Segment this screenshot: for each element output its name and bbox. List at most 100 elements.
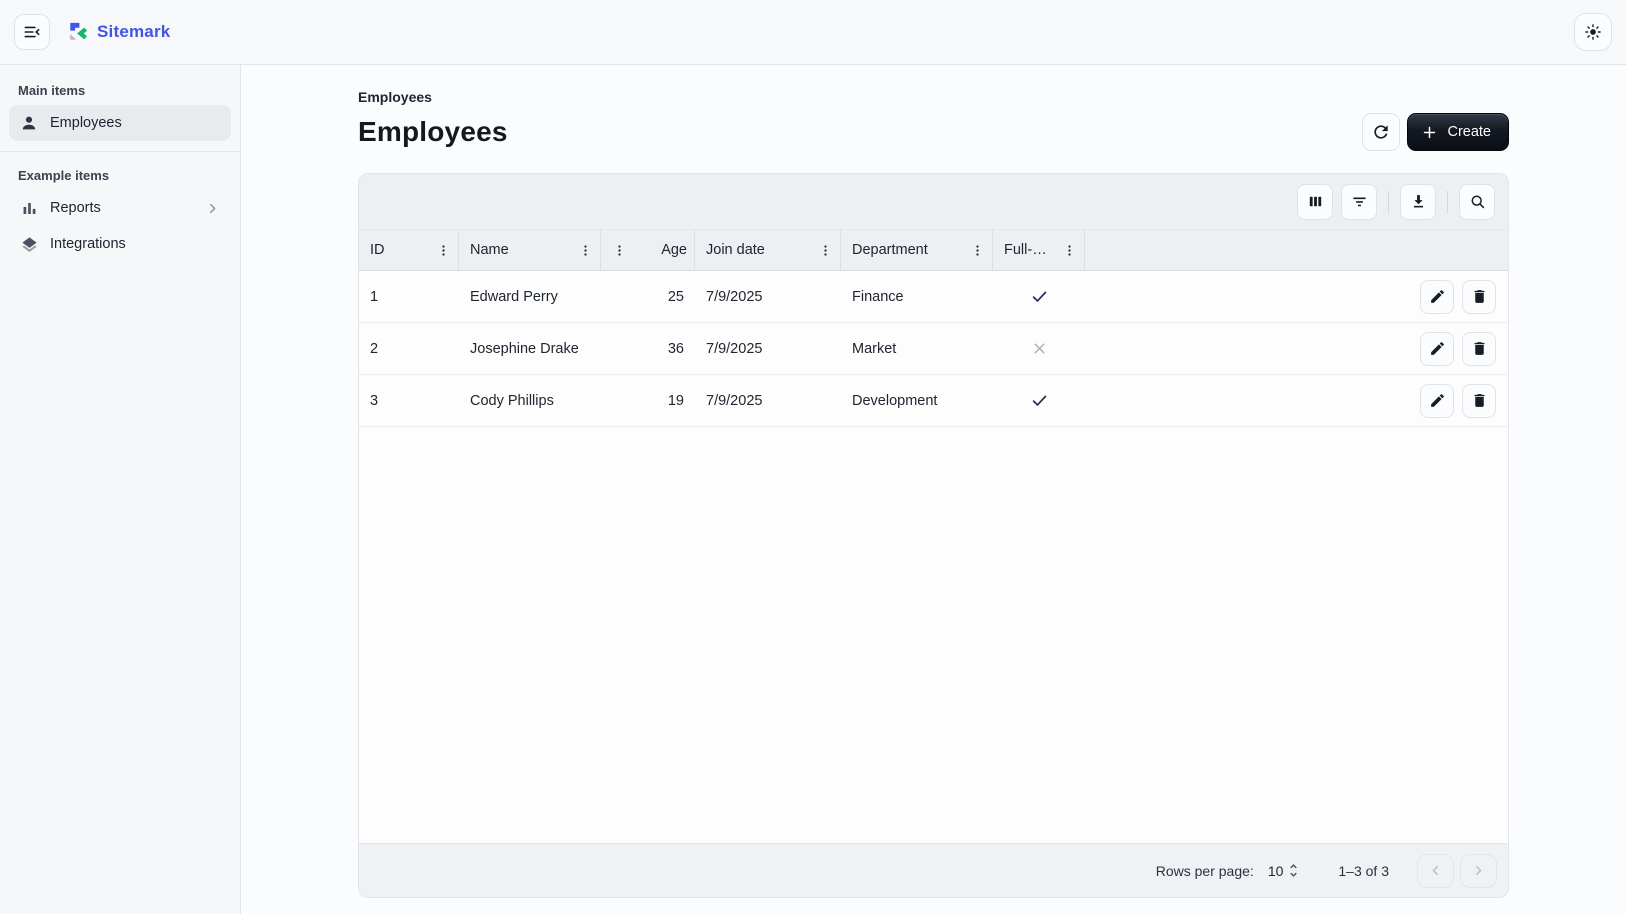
column-header-actions (1085, 230, 1508, 270)
cell-join-date: 7/9/2025 (695, 271, 841, 322)
column-header-age[interactable]: Age (601, 230, 695, 270)
cell-actions (1085, 271, 1508, 322)
topbar: Sitemark (0, 0, 1626, 65)
topbar-left: Sitemark (14, 14, 170, 50)
cell-actions (1085, 323, 1508, 374)
cell-name: Cody Phillips (459, 375, 601, 426)
next-page-button[interactable] (1460, 854, 1497, 888)
sidebar-item-employees[interactable]: Employees (9, 105, 231, 141)
create-button-label: Create (1447, 124, 1491, 140)
refresh-icon (1371, 122, 1391, 142)
grid-rows: 1 Edward Perry 25 7/9/2025 Finance (359, 271, 1508, 427)
cell-join-date: 7/9/2025 (695, 375, 841, 426)
grid-header-row: ID Name Age Join date (359, 230, 1508, 271)
search-icon (1468, 192, 1487, 211)
create-button[interactable]: Create (1407, 113, 1509, 151)
refresh-button[interactable] (1362, 113, 1400, 151)
column-menu-icon[interactable] (1062, 243, 1077, 258)
pagination-range-label: 1–3 of 3 (1338, 863, 1389, 879)
previous-page-button[interactable] (1417, 854, 1454, 888)
sitemark-logo-icon (66, 21, 89, 44)
toolbar-divider (1388, 191, 1389, 213)
cell-id: 1 (359, 271, 459, 322)
check-icon (1030, 391, 1049, 410)
cell-full-time (993, 323, 1085, 374)
brand-name: Sitemark (97, 22, 170, 42)
cell-department: Development (841, 375, 993, 426)
edit-icon (1429, 392, 1446, 409)
edit-icon (1429, 288, 1446, 305)
sidebar-toggle-button[interactable] (14, 14, 50, 50)
grid-footer: Rows per page: 10 1–3 of 3 (359, 843, 1508, 897)
main-content: Employees Employees Create (241, 65, 1626, 914)
table-row: 3 Cody Phillips 19 7/9/2025 Development (359, 375, 1508, 427)
edit-button[interactable] (1420, 280, 1454, 314)
sidebar-item-reports[interactable]: Reports (9, 190, 231, 226)
column-menu-icon[interactable] (612, 243, 627, 258)
page-header-actions: Create (1362, 113, 1509, 151)
cell-id: 2 (359, 323, 459, 374)
filter-icon (1350, 192, 1369, 211)
chevron-right-icon (204, 200, 221, 217)
rows-per-page-select[interactable]: 10 (1268, 862, 1303, 879)
column-header-id[interactable]: ID (359, 230, 459, 270)
delete-button[interactable] (1462, 280, 1496, 314)
filter-button[interactable] (1341, 184, 1377, 220)
column-header-join-date[interactable]: Join date (695, 230, 841, 270)
page-title: Employees (358, 116, 508, 148)
toolbar-divider (1447, 191, 1448, 213)
plus-icon (1421, 124, 1438, 141)
chevron-left-icon (1426, 861, 1445, 880)
column-menu-icon[interactable] (578, 243, 593, 258)
cell-age: 36 (601, 323, 695, 374)
rows-per-page-value: 10 (1268, 863, 1284, 879)
edit-icon (1429, 340, 1446, 357)
export-button[interactable] (1400, 184, 1436, 220)
rows-per-page-label: Rows per page: (1156, 863, 1254, 879)
sidebar-item-integrations[interactable]: Integrations (9, 226, 231, 262)
delete-button[interactable] (1462, 332, 1496, 366)
cell-department: Finance (841, 271, 993, 322)
person-icon (19, 113, 39, 133)
cell-id: 3 (359, 375, 459, 426)
column-header-department[interactable]: Department (841, 230, 993, 270)
column-header-name[interactable]: Name (459, 230, 601, 270)
download-icon (1409, 192, 1428, 211)
cell-full-time (993, 375, 1085, 426)
sidebar-item-label: Employees (50, 115, 122, 131)
edit-button[interactable] (1420, 332, 1454, 366)
column-menu-icon[interactable] (970, 243, 985, 258)
sidebar-item-label: Integrations (50, 236, 126, 252)
sun-icon (1583, 22, 1603, 42)
columns-icon (1306, 192, 1325, 211)
bar-chart-icon (19, 199, 39, 218)
cell-age: 19 (601, 375, 695, 426)
grid-empty-area (359, 427, 1508, 843)
check-icon (1030, 287, 1049, 306)
theme-toggle-button[interactable] (1574, 13, 1612, 51)
cell-name: Edward Perry (459, 271, 601, 322)
column-menu-icon[interactable] (818, 243, 833, 258)
cell-age: 25 (601, 271, 695, 322)
sidebar-divider (0, 151, 240, 152)
brand-logo[interactable]: Sitemark (66, 21, 170, 44)
cell-department: Market (841, 323, 993, 374)
search-button[interactable] (1459, 184, 1495, 220)
sidebar-section-example-items: Example items (9, 160, 231, 190)
column-header-full-time[interactable]: Full-… (993, 230, 1085, 270)
page-header: Employees Create (358, 113, 1509, 151)
layers-icon (19, 235, 39, 254)
data-grid: ID Name Age Join date (358, 173, 1509, 898)
trash-icon (1471, 288, 1488, 305)
sidebar: Main items Employees Example items (0, 65, 241, 914)
table-row: 2 Josephine Drake 36 7/9/2025 Market (359, 323, 1508, 375)
cross-icon (1030, 339, 1049, 358)
sidebar-item-label: Reports (50, 200, 101, 216)
cell-name: Josephine Drake (459, 323, 601, 374)
edit-button[interactable] (1420, 384, 1454, 418)
columns-button[interactable] (1297, 184, 1333, 220)
app-window: Sitemark Main items (0, 0, 1626, 914)
delete-button[interactable] (1462, 384, 1496, 418)
column-menu-icon[interactable] (436, 243, 451, 258)
trash-icon (1471, 340, 1488, 357)
